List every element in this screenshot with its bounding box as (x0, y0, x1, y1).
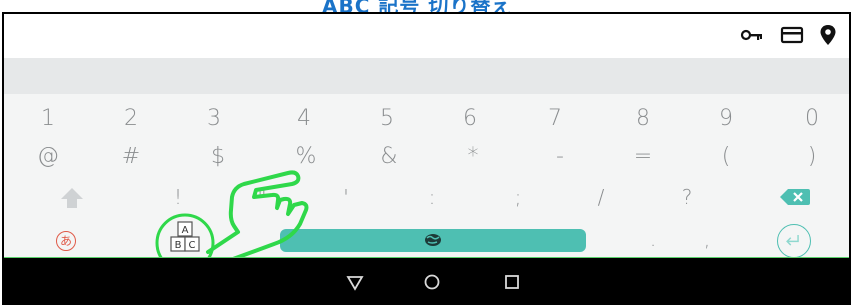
key-hash[interactable]: # (111, 146, 151, 168)
tutorial-banner: ABC 記号 切り替え (0, 0, 853, 12)
key-4[interactable]: 4 (284, 108, 324, 130)
backspace-icon[interactable] (779, 186, 811, 208)
svg-text:B: B (175, 240, 182, 251)
key-0[interactable]: 0 (792, 108, 832, 130)
enter-arrow-icon (786, 235, 799, 246)
key-ampersand[interactable]: & (369, 146, 409, 168)
enter-button[interactable] (777, 224, 811, 258)
key-colon[interactable]: : (412, 187, 452, 207)
key-7[interactable]: 7 (535, 108, 575, 130)
key-asterisk[interactable]: * (453, 146, 493, 168)
key-paren-close[interactable]: ) (792, 146, 832, 168)
key-period[interactable]: . (633, 229, 673, 249)
key-icon[interactable] (740, 24, 764, 46)
symbol-keyboard: 1 2 3 4 5 6 7 8 9 0 @ # $ % & * - = ( ) (4, 94, 849, 273)
device-screen: 1 2 3 4 5 6 7 8 9 0 @ # $ % & * - = ( ) (2, 12, 851, 305)
key-semicolon[interactable]: ; (498, 187, 538, 207)
key-comma[interactable]: , (687, 229, 727, 249)
location-pin-icon[interactable] (816, 24, 840, 46)
key-at[interactable]: @ (28, 146, 68, 168)
svg-text:C: C (189, 240, 196, 251)
key-question[interactable]: ? (667, 187, 707, 207)
key-minus[interactable]: - (540, 146, 580, 168)
key-3[interactable]: 3 (194, 108, 234, 130)
card-icon[interactable] (780, 24, 804, 46)
globe-icon (425, 234, 441, 246)
key-2[interactable]: 2 (111, 108, 151, 130)
key-1[interactable]: 1 (28, 108, 68, 130)
key-equals[interactable]: = (623, 146, 663, 168)
navigation-bar (4, 258, 849, 303)
recents-square-icon[interactable] (502, 272, 522, 292)
kana-switch-button[interactable]: あ (56, 231, 76, 251)
app-bar (4, 14, 849, 58)
back-triangle-icon[interactable] (345, 272, 365, 292)
banner-title: ABC 記号 切り替え (322, 0, 513, 12)
key-exclamation[interactable]: ! (158, 187, 198, 207)
key-8[interactable]: 8 (623, 108, 663, 130)
key-6[interactable]: 6 (450, 108, 490, 130)
key-paren-open[interactable]: ( (706, 146, 746, 168)
svg-text:A: A (182, 225, 189, 236)
key-9[interactable]: 9 (706, 108, 746, 130)
suggestion-bar (4, 58, 849, 94)
shift-icon[interactable] (59, 186, 85, 210)
home-circle-icon[interactable] (422, 272, 442, 292)
key-5[interactable]: 5 (367, 108, 407, 130)
key-slash[interactable]: / (581, 187, 621, 207)
